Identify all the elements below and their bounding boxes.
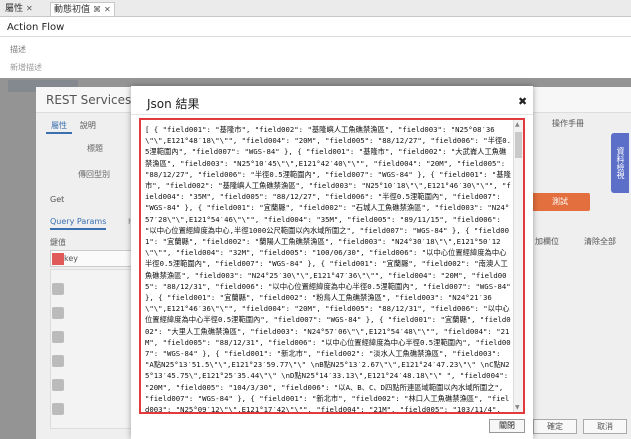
- data-view-tab[interactable]: 資料檢視: [611, 133, 629, 193]
- tab-properties[interactable]: 屬性 ✕: [2, 2, 36, 16]
- tab-properties[interactable]: 屬性: [46, 119, 72, 134]
- scroll-down-icon[interactable]: ▼: [515, 404, 520, 411]
- return-type-label: 傳回型別: [78, 170, 110, 179]
- json-result-dialog: Json 結果 ✖ [ { "field001": "基隆市", "field0…: [131, 86, 533, 439]
- json-dialog-title: Json 結果: [147, 97, 200, 111]
- close-icon[interactable]: ✕: [26, 4, 33, 13]
- description-placeholder: 新增描述: [10, 63, 42, 72]
- manual-link[interactable]: 操作手冊: [552, 118, 584, 129]
- tool-icon[interactable]: [52, 331, 64, 343]
- rest-dialog-tabs: 屬性 說明: [46, 119, 101, 134]
- tool-icon[interactable]: [52, 307, 64, 319]
- json-result-textarea[interactable]: [ { "field001": "基隆市", "field002": "基隆嶼人…: [139, 118, 525, 414]
- clear-all-button[interactable]: 清除全部: [584, 236, 616, 247]
- tool-icon[interactable]: [52, 355, 64, 367]
- description-label: 描述: [10, 45, 26, 54]
- divider: [0, 36, 631, 37]
- delete-row-icon[interactable]: [52, 253, 64, 265]
- tool-icon[interactable]: [52, 283, 64, 295]
- scrollbar[interactable]: ▲ ▼: [513, 120, 523, 412]
- scroll-up-icon[interactable]: ▲: [515, 121, 520, 128]
- tab-description[interactable]: 說明: [75, 119, 101, 132]
- key-label: key: [64, 254, 79, 263]
- tool-icon[interactable]: [52, 403, 64, 415]
- tab-dynamic-label: 動態初值: [54, 5, 91, 15]
- scrollbar-thumb[interactable]: [515, 132, 522, 158]
- close-icon[interactable]: ✖: [518, 95, 527, 108]
- divider: [131, 114, 533, 115]
- cancel-button[interactable]: 取消: [583, 419, 627, 434]
- ok-button[interactable]: 確定: [533, 419, 577, 434]
- tab-properties-label: 屬性: [5, 4, 24, 14]
- http-method-select[interactable]: Get: [50, 195, 64, 204]
- key-value-header: 鍵值: [50, 238, 66, 247]
- editor-tab-bar: 屬性 ✕ 動態初值 ⌘ ✕: [0, 0, 631, 17]
- close-icon[interactable]: ✕: [104, 5, 111, 14]
- add-column-button[interactable]: 加欄位: [535, 236, 559, 247]
- title-label: 標題: [87, 144, 103, 153]
- tab-dynamic-initial-value[interactable]: 動態初值 ⌘ ✕: [50, 2, 115, 16]
- json-content: [ { "field001": "基隆市", "field002": "基隆嶼人…: [145, 125, 512, 412]
- close-button[interactable]: 關閉: [489, 419, 525, 433]
- tool-icon[interactable]: [52, 379, 64, 391]
- pin-icon[interactable]: ⌘: [93, 5, 101, 14]
- page-title: Action Flow: [7, 22, 65, 33]
- tab-query-params[interactable]: Query Params: [50, 217, 107, 230]
- test-button[interactable]: 測試: [530, 193, 590, 211]
